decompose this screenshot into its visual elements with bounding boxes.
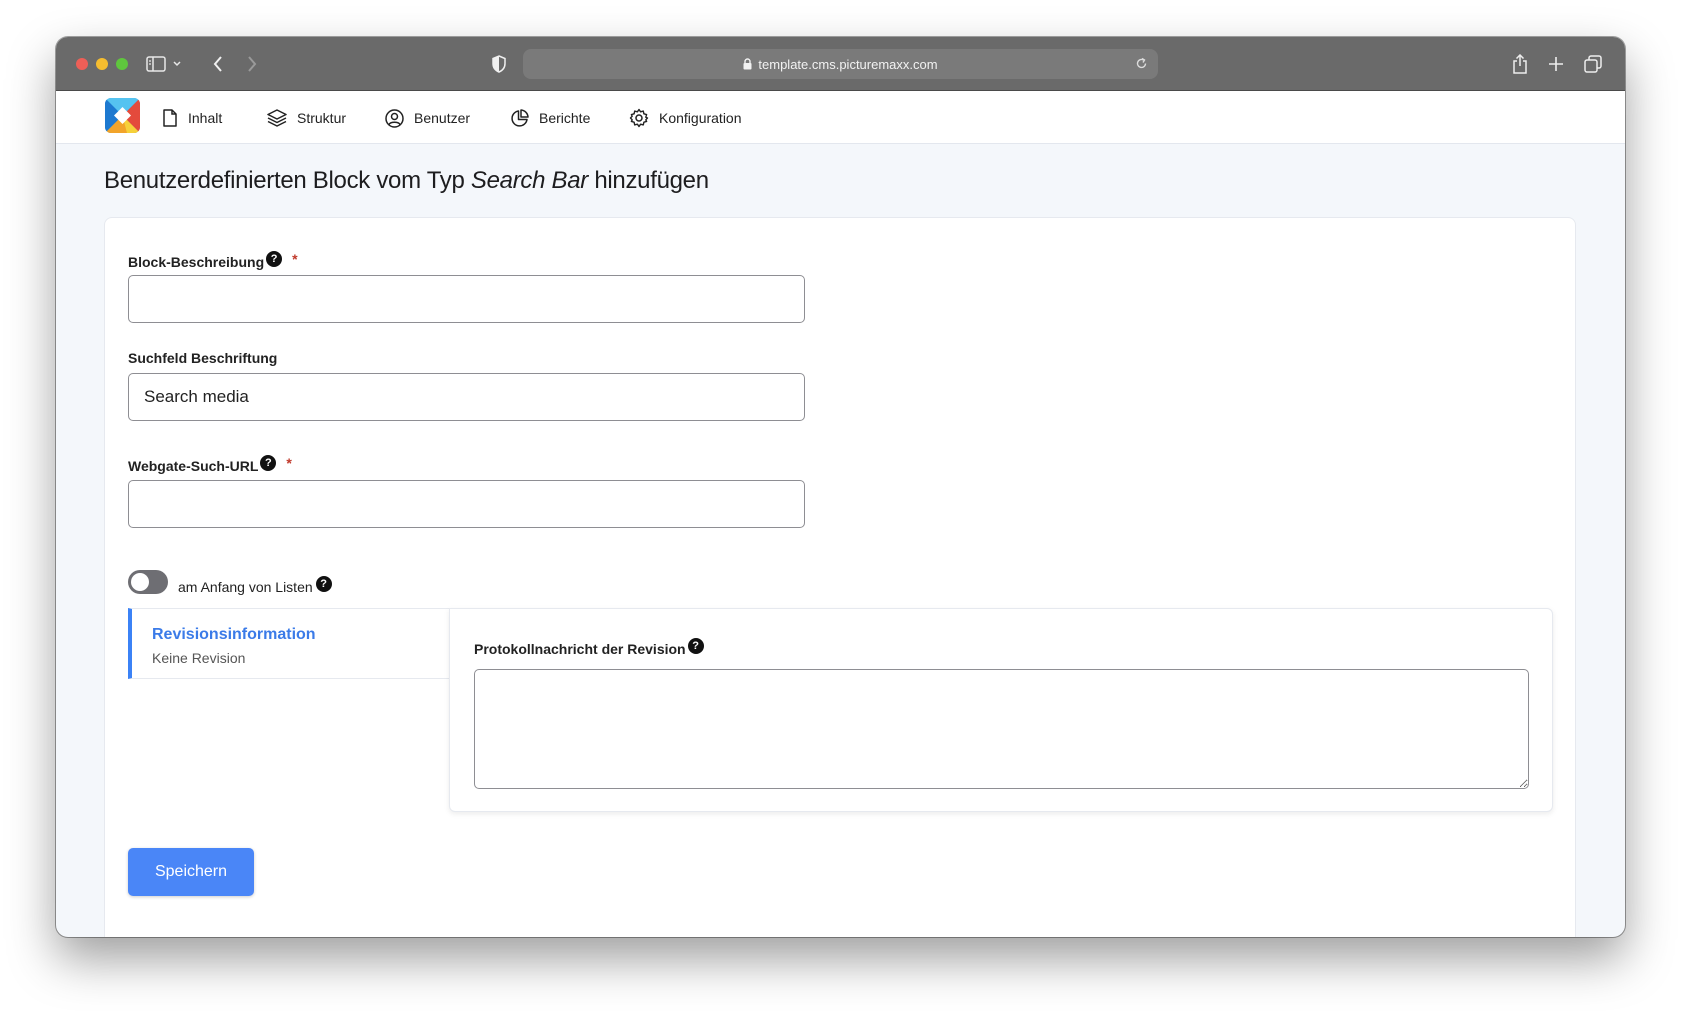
main-navigation: Inhalt Struktur Benutzer Berichte Konfig…: [56, 91, 1625, 144]
help-icon[interactable]: ?: [687, 638, 704, 654]
page-title: Benutzerdefinierten Block vom Typ Search…: [104, 167, 709, 195]
block-form-card: Block-Beschreibung ? * Suchfeld Beschrif…: [104, 217, 1576, 937]
page-title-suffix: hinzufügen: [587, 167, 709, 194]
search-label-field-label-text: Suchfeld Beschriftung: [128, 350, 278, 366]
close-window-button[interactable]: [76, 58, 88, 70]
nav-item-struktur[interactable]: Struktur: [267, 107, 346, 129]
chevron-down-icon[interactable]: [170, 52, 184, 76]
minimize-window-button[interactable]: [96, 58, 108, 70]
user-circle-icon: [385, 108, 404, 128]
help-icon[interactable]: ?: [260, 455, 277, 471]
webgate-url-input[interactable]: [128, 480, 805, 528]
layers-icon: [267, 109, 287, 127]
list-start-toggle-label: am Anfang von Listen ?: [178, 576, 332, 595]
webgate-url-label-text: Webgate-Such-URL: [128, 458, 259, 474]
tab-overview-icon[interactable]: [1581, 52, 1605, 76]
privacy-shield-icon[interactable]: [487, 52, 511, 76]
required-marker: *: [292, 251, 298, 267]
nav-item-label: Berichte: [539, 110, 591, 126]
sidebar-toggle-icon[interactable]: [144, 52, 168, 76]
block-description-label-text: Block-Beschreibung: [128, 254, 265, 270]
file-icon: [162, 109, 178, 127]
required-marker: *: [286, 455, 292, 471]
browser-titlebar: template.cms.picturemaxx.com: [56, 37, 1625, 91]
nav-item-label: Struktur: [297, 110, 347, 126]
nav-item-label: Konfiguration: [659, 110, 742, 126]
nav-item-berichte[interactable]: Berichte: [510, 107, 590, 129]
block-description-input[interactable]: [128, 275, 805, 323]
nav-item-konfiguration[interactable]: Konfiguration: [629, 107, 742, 129]
revision-log-textarea[interactable]: [474, 669, 1529, 789]
revision-panel: Protokollnachricht der Revision ?: [449, 608, 1553, 812]
page-title-prefix: Benutzerdefinierten Block vom Typ: [104, 167, 471, 194]
revision-log-label: Protokollnachricht der Revision ?: [474, 638, 704, 657]
forward-arrow-icon[interactable]: [240, 52, 264, 76]
pie-chart-icon: [510, 108, 529, 128]
webgate-url-label: Webgate-Such-URL ? *: [128, 455, 292, 474]
block-description-label: Block-Beschreibung ? *: [128, 251, 298, 270]
back-arrow-icon[interactable]: [206, 52, 230, 76]
search-label-field-label: Suchfeld Beschriftung: [128, 350, 277, 366]
url-text: template.cms.picturemaxx.com: [758, 56, 938, 72]
gear-icon: [629, 108, 649, 128]
share-icon[interactable]: [1508, 52, 1532, 76]
nav-item-label: Benutzer: [414, 110, 471, 126]
list-start-toggle[interactable]: [128, 570, 168, 594]
lock-icon: [743, 58, 752, 70]
revision-log-label-text: Protokollnachricht der Revision: [474, 641, 686, 657]
search-label-input[interactable]: [128, 373, 805, 421]
help-icon[interactable]: ?: [315, 576, 332, 592]
zoom-window-button[interactable]: [116, 58, 128, 70]
revision-tab-subtitle: Keine Revision: [152, 650, 246, 666]
revision-tab-title: Revisionsinformation: [152, 626, 316, 643]
tab-revision-information[interactable]: Revisionsinformation Keine Revision: [128, 608, 450, 679]
save-button[interactable]: Speichern: [128, 848, 254, 896]
reload-icon[interactable]: [1135, 57, 1148, 70]
app-logo[interactable]: [105, 98, 140, 133]
help-icon[interactable]: ?: [266, 251, 283, 267]
list-start-toggle-label-text: am Anfang von Listen: [178, 579, 313, 595]
nav-item-label: Inhalt: [188, 110, 223, 126]
page-title-block-type: Search Bar: [470, 167, 588, 194]
address-bar[interactable]: template.cms.picturemaxx.com: [523, 49, 1158, 79]
nav-item-inhalt[interactable]: Inhalt: [162, 107, 222, 129]
new-tab-plus-icon[interactable]: [1544, 52, 1568, 76]
browser-window: template.cms.picturemaxx.com Inhalt Stru…: [56, 37, 1625, 937]
nav-item-benutzer[interactable]: Benutzer: [385, 107, 470, 129]
